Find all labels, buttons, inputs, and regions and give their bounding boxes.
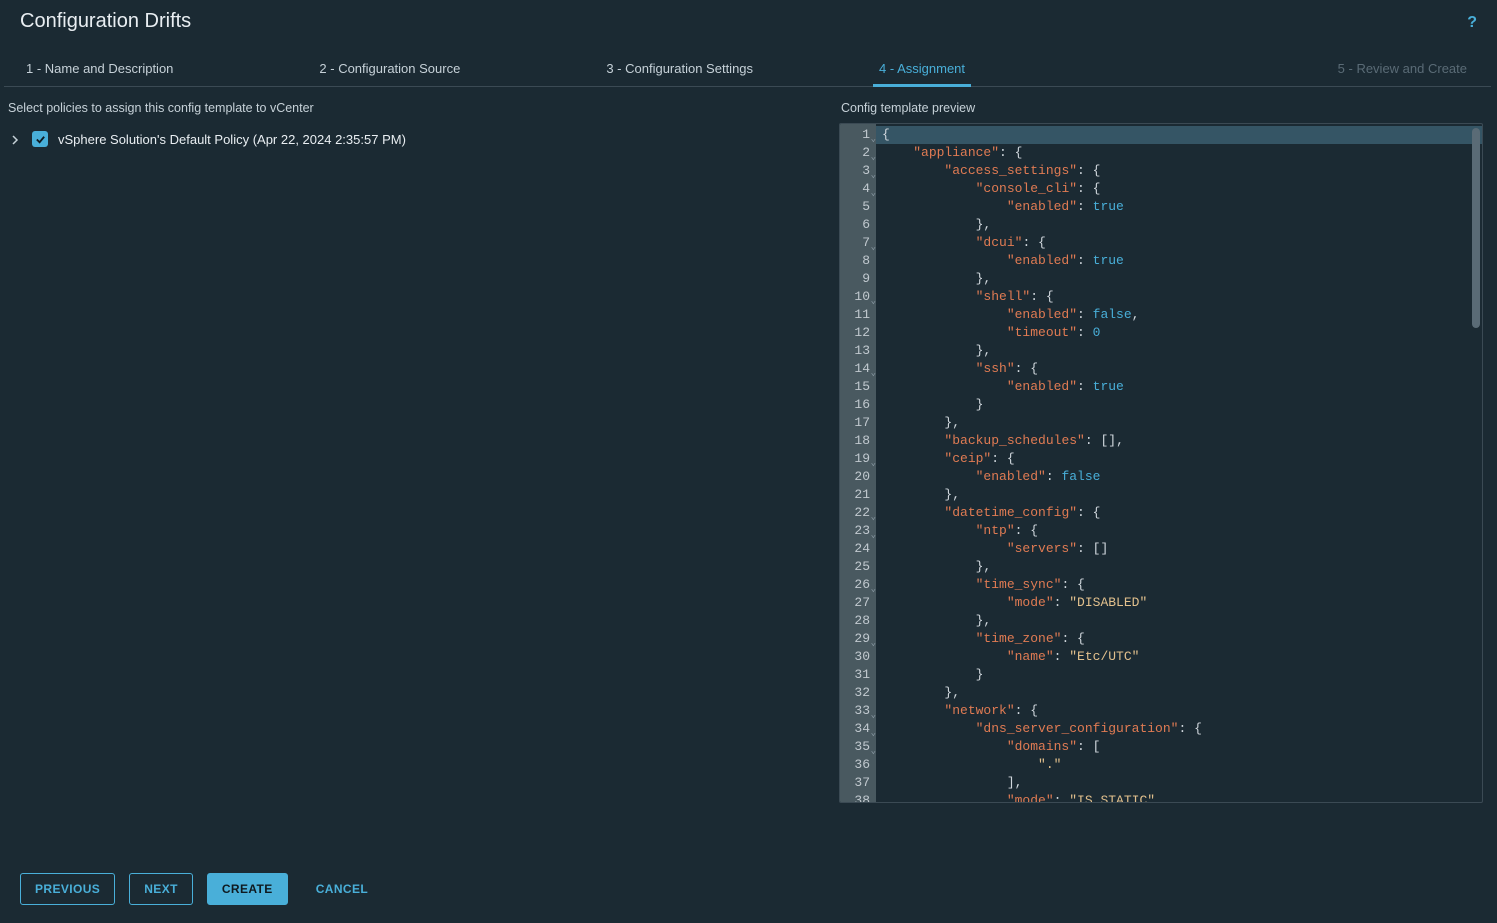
policies-pane: Select policies to assign this config te… [0, 87, 835, 807]
code-body[interactable]: { "appliance": { "access_settings": { "c… [876, 124, 1482, 802]
tab-review-create: 5 - Review and Create [1338, 51, 1467, 86]
preview-pane-title: Config template preview [839, 97, 1483, 123]
code-gutter: 1⌄2⌄3⌄4⌄567⌄8910⌄11121314⌄1516171819⌄202… [840, 124, 876, 802]
cancel-button[interactable]: CANCEL [302, 874, 382, 904]
policies-pane-title: Select policies to assign this config te… [6, 97, 825, 123]
policy-checkbox[interactable] [32, 131, 48, 147]
tab-name-description[interactable]: 1 - Name and Description [26, 51, 173, 86]
tab-configuration-source[interactable]: 2 - Configuration Source [319, 51, 460, 86]
wizard-footer: PREVIOUS NEXT CREATE CANCEL [0, 857, 1497, 923]
create-button[interactable]: CREATE [207, 873, 288, 905]
policy-row[interactable]: vSphere Solution's Default Policy (Apr 2… [6, 123, 825, 155]
next-button[interactable]: NEXT [129, 873, 193, 905]
preview-pane: Config template preview 1⌄2⌄3⌄4⌄567⌄8910… [835, 87, 1497, 807]
page-title: Configuration Drifts [20, 10, 191, 33]
policy-label: vSphere Solution's Default Policy (Apr 2… [58, 132, 406, 147]
previous-button[interactable]: PREVIOUS [20, 873, 115, 905]
help-icon[interactable]: ? [1467, 10, 1477, 32]
scrollbar-thumb[interactable] [1472, 128, 1480, 328]
code-editor[interactable]: 1⌄2⌄3⌄4⌄567⌄8910⌄11121314⌄1516171819⌄202… [839, 123, 1483, 803]
wizard-tabs: 1 - Name and Description 2 - Configurati… [4, 51, 1491, 87]
tab-configuration-settings[interactable]: 3 - Configuration Settings [606, 51, 753, 86]
chevron-right-icon[interactable] [10, 133, 22, 145]
tab-assignment[interactable]: 4 - Assignment [879, 51, 965, 86]
